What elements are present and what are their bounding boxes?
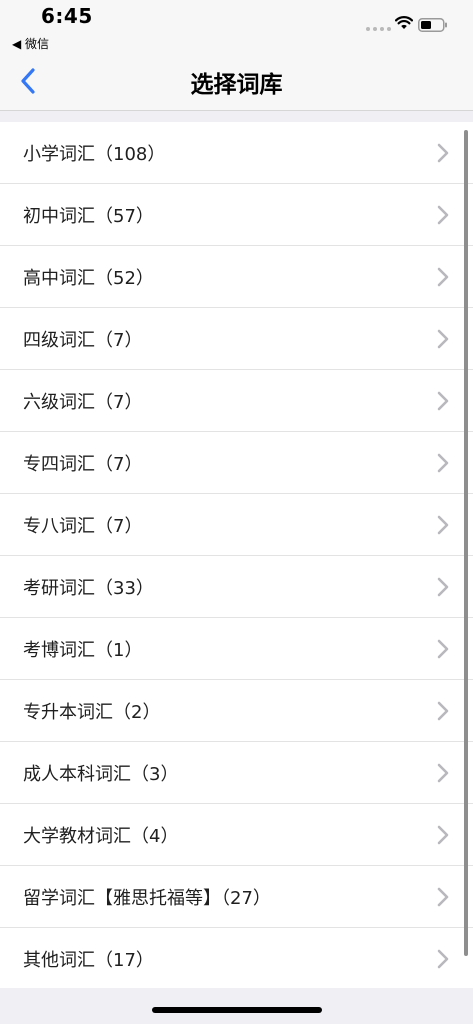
list-item[interactable]: 成人本科词汇（3） xyxy=(0,742,473,804)
list-item[interactable]: 六级词汇（7） xyxy=(0,370,473,432)
navigation-bar: 选择词库 xyxy=(0,52,473,111)
home-indicator[interactable] xyxy=(152,1007,322,1013)
chevron-right-icon xyxy=(437,391,449,410)
scrollbar[interactable] xyxy=(464,130,468,956)
chevron-right-icon xyxy=(437,515,449,534)
list-item-label: 留学词汇【雅思托福等】（27） xyxy=(23,887,271,909)
chevron-right-icon xyxy=(437,825,449,844)
list-item-label: 专八词汇（7） xyxy=(23,515,143,537)
chevron-right-icon xyxy=(437,763,449,782)
list-item-label: 其他词汇（17） xyxy=(23,949,154,971)
cellular-signal-icon xyxy=(366,27,391,31)
list-item[interactable]: 初中词汇（57） xyxy=(0,184,473,246)
status-bar: 6:45 ◀ 微信 xyxy=(0,0,473,52)
list-item-label: 高中词汇（52） xyxy=(23,267,154,289)
list-item-label: 成人本科词汇（3） xyxy=(23,763,179,785)
wifi-icon xyxy=(395,16,413,29)
list-item-label: 初中词汇（57） xyxy=(23,205,154,227)
list-item-label: 小学词汇（108） xyxy=(23,143,166,165)
list-item[interactable]: 专升本词汇（2） xyxy=(0,680,473,742)
chevron-right-icon xyxy=(437,949,449,968)
chevron-right-icon xyxy=(437,577,449,596)
chevron-right-icon xyxy=(437,267,449,286)
chevron-right-icon xyxy=(437,143,449,162)
list-item[interactable]: 专八词汇（7） xyxy=(0,494,473,556)
chevron-right-icon xyxy=(437,453,449,472)
back-to-app-link[interactable]: ◀ 微信 xyxy=(12,35,49,52)
list-item[interactable]: 小学词汇（108） xyxy=(0,122,473,184)
list-item-label: 专升本词汇（2） xyxy=(23,701,161,723)
list-item[interactable]: 其他词汇（17） xyxy=(0,928,473,989)
battery-icon xyxy=(418,18,447,32)
chevron-right-icon xyxy=(437,639,449,658)
chevron-right-icon xyxy=(437,701,449,720)
list-item[interactable]: 专四词汇（7） xyxy=(0,432,473,494)
list-item-label: 专四词汇（7） xyxy=(23,453,143,475)
vocabulary-list: 小学词汇（108） 初中词汇（57） 高中词汇（52） 四级词汇（7） 六级词汇… xyxy=(0,122,473,989)
list-item[interactable]: 考博词汇（1） xyxy=(0,618,473,680)
list-item[interactable]: 高中词汇（52） xyxy=(0,246,473,308)
list-item-label: 考研词汇（33） xyxy=(23,577,154,599)
list-item[interactable]: 考研词汇（33） xyxy=(0,556,473,618)
list-item[interactable]: 留学词汇【雅思托福等】（27） xyxy=(0,866,473,928)
chevron-right-icon xyxy=(437,205,449,224)
page-title: 选择词库 xyxy=(190,72,283,98)
bottom-safe-area xyxy=(0,988,473,1024)
list-item-label: 四级词汇（7） xyxy=(23,329,143,351)
list-item[interactable]: 大学教材词汇（4） xyxy=(0,804,473,866)
chevron-right-icon xyxy=(437,887,449,906)
status-time: 6:45 xyxy=(41,4,93,28)
list-item-label: 考博词汇（1） xyxy=(23,639,143,661)
list-item-label: 大学教材词汇（4） xyxy=(23,825,179,847)
list-item[interactable]: 四级词汇（7） xyxy=(0,308,473,370)
chevron-right-icon xyxy=(437,329,449,348)
list-item-label: 六级词汇（7） xyxy=(23,391,143,413)
